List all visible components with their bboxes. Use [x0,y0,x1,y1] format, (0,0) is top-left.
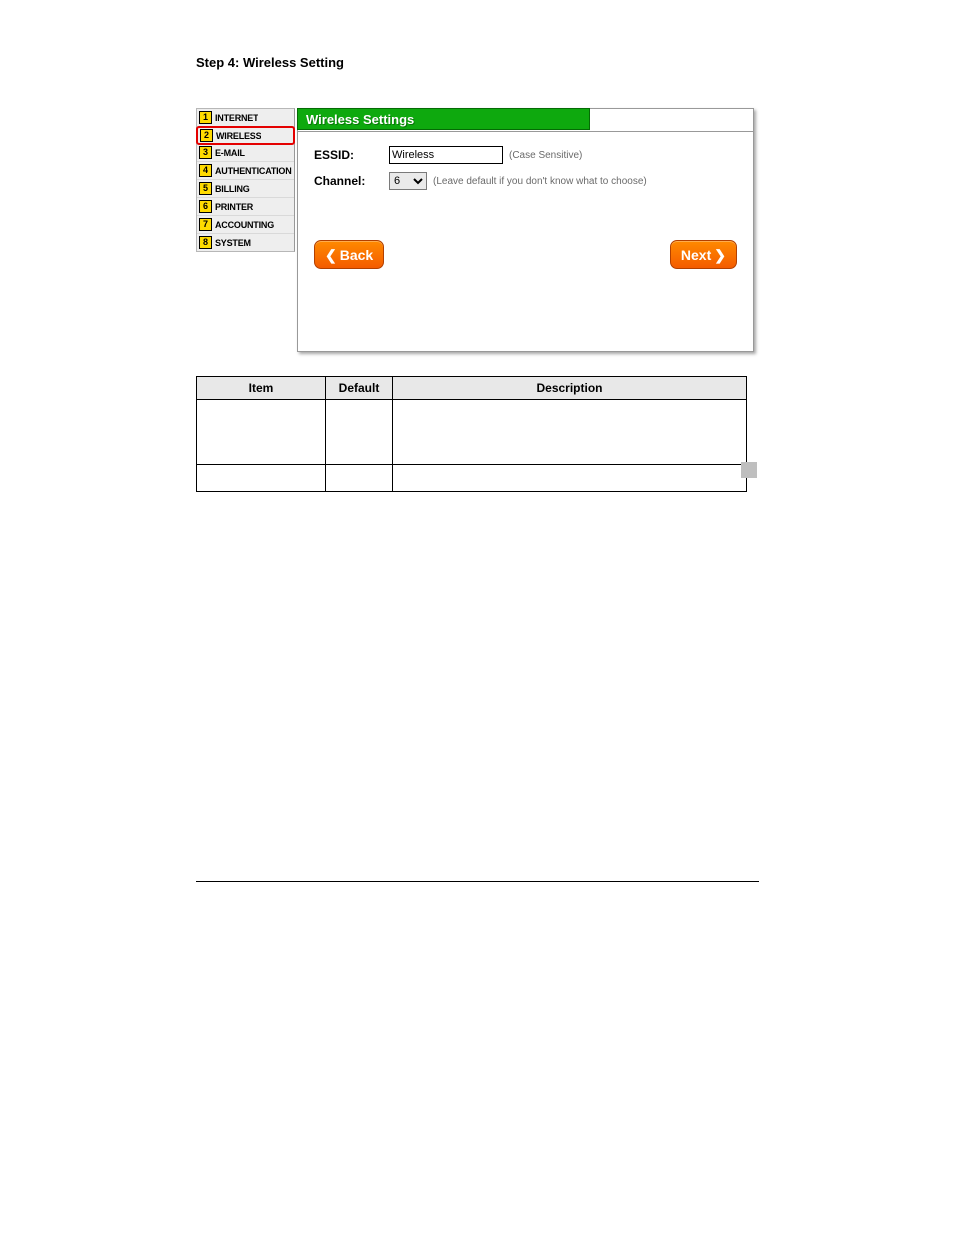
step-number: 3 [199,146,212,159]
step-number: 6 [199,200,212,213]
th-default: Default [326,377,393,400]
step-number: 2 [200,129,213,142]
back-button[interactable]: ❮ Back [314,240,384,269]
essid-label: ESSID: [314,148,389,162]
channel-label: Channel: [314,174,389,188]
chevron-right-icon: ❯ [714,248,726,262]
wizard-sidebar: 1 INTERNET 2 WIRELESS 3 E-MAIL 4 AUTHENT… [196,108,295,252]
sidebar-item-wireless[interactable]: 2 WIRELESS [196,126,295,145]
page-number-box [741,462,757,478]
step-number: 5 [199,182,212,195]
sidebar-item-label: ACCOUNTING [215,220,274,230]
sidebar-item-label: INTERNET [215,113,258,123]
sidebar-item-accounting[interactable]: 7 ACCOUNTING [197,216,294,234]
channel-select[interactable]: 6 [389,172,427,190]
step-number: 7 [199,218,212,231]
next-button-label: Next [681,247,711,263]
sidebar-item-billing[interactable]: 5 BILLING [197,180,294,198]
sidebar-item-internet[interactable]: 1 INTERNET [197,109,294,127]
back-button-label: Back [340,247,373,263]
sidebar-item-authentication[interactable]: 4 AUTHENTICATION [197,162,294,180]
sidebar-item-label: SYSTEM [215,238,251,248]
tab-title: Wireless Settings [306,112,414,127]
essid-hint: (Case Sensitive) [509,150,582,161]
sidebar-item-label: BILLING [215,184,250,194]
table-row [197,400,747,465]
tab-bar: Wireless Settings [298,109,753,132]
table-row [197,465,747,492]
chevron-left-icon: ❮ [325,248,337,262]
step-number: 4 [199,164,212,177]
sidebar-item-system[interactable]: 8 SYSTEM [197,234,294,251]
tab-wireless-settings[interactable]: Wireless Settings [297,108,590,130]
step-number: 1 [199,111,212,124]
next-button[interactable]: Next ❯ [670,240,737,269]
description-table: Item Default Description [196,376,747,492]
settings-panel: Wireless Settings ESSID: (Case Sensitive… [297,108,754,352]
step-number: 8 [199,236,212,249]
th-description: Description [393,377,747,400]
sidebar-item-label: PRINTER [215,202,253,212]
th-item: Item [197,377,326,400]
channel-hint: (Leave default if you don't know what to… [433,176,647,187]
essid-input[interactable] [389,146,503,164]
sidebar-item-label: E-MAIL [215,148,245,158]
sidebar-item-label: WIRELESS [216,131,261,141]
sidebar-item-printer[interactable]: 6 PRINTER [197,198,294,216]
footer-divider [196,881,759,882]
step-title: Step 4: Wireless Setting [196,55,759,70]
sidebar-item-email[interactable]: 3 E-MAIL [197,144,294,162]
sidebar-item-label: AUTHENTICATION [215,166,292,176]
